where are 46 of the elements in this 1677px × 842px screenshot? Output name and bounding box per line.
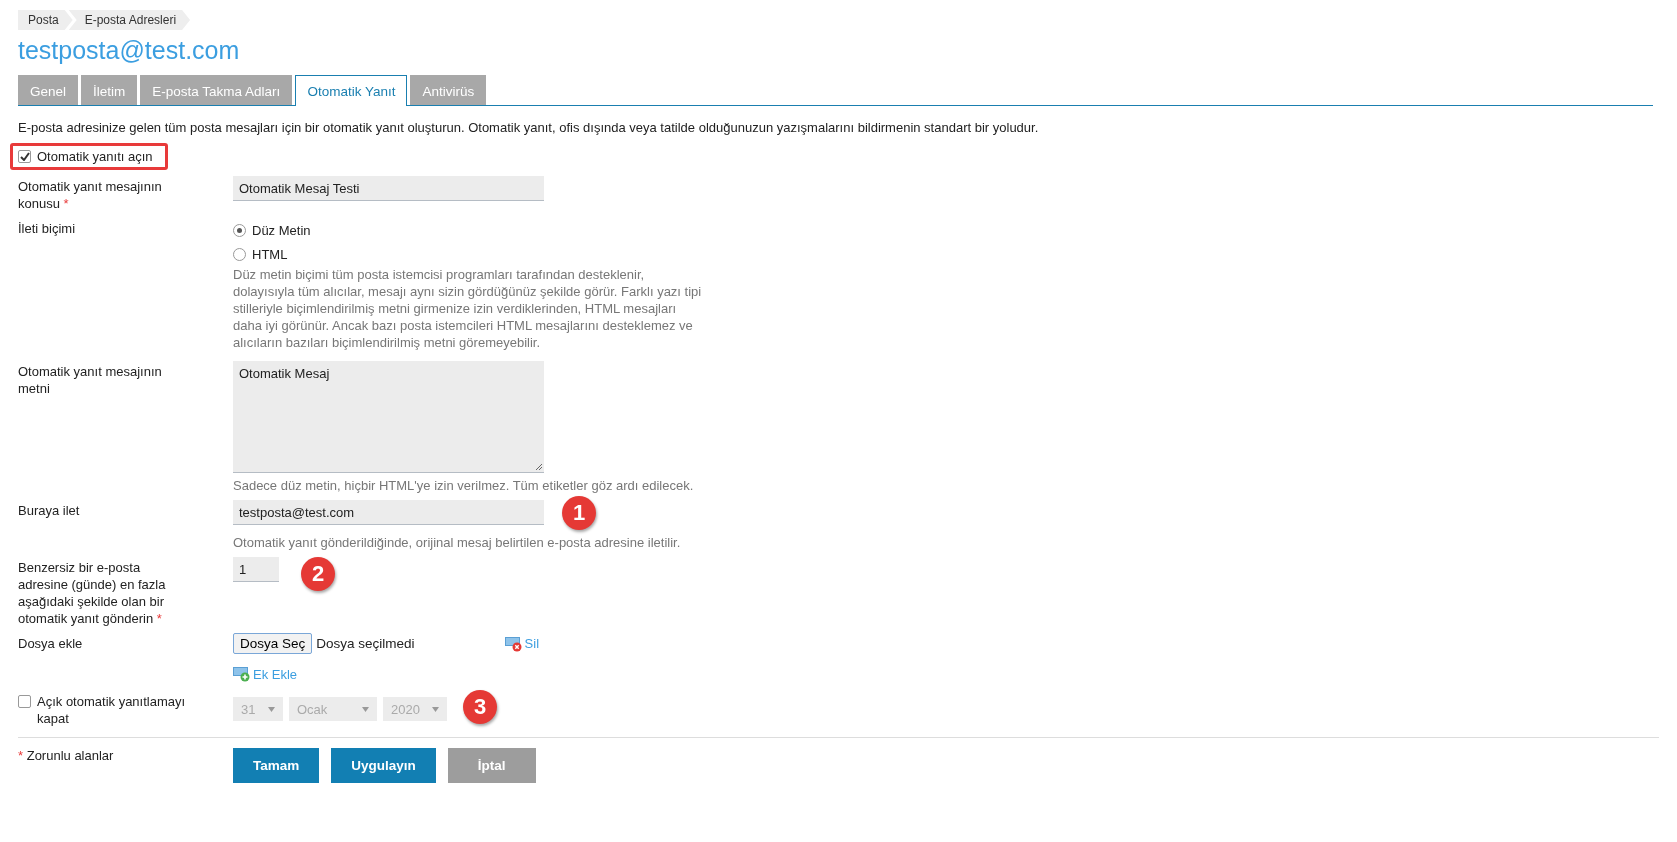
field-label: Otomatik yanıt mesajının metni <box>18 363 163 398</box>
dropdown-caret-icon <box>362 706 369 712</box>
field-label: Otomatik yanıt mesajının konusu * <box>18 178 163 212</box>
breadcrumb-item[interactable]: E-posta Adresleri <box>68 10 191 30</box>
radio-button[interactable] <box>233 223 246 237</box>
checkbox-label: Otomatik yanıtı açın <box>37 149 153 164</box>
resize-grip-icon[interactable] <box>535 463 543 471</box>
number-badge: 1 <box>562 496 596 530</box>
breadcrumb-item[interactable]: Posta <box>18 10 73 30</box>
add-attachment-icon <box>233 666 250 682</box>
number-badge: 3 <box>463 690 497 724</box>
choose-file-button[interactable]: Dosya Seç <box>233 633 313 654</box>
tab[interactable]: Antivirüs <box>410 75 487 105</box>
field-label: Benzersiz bir e-posta adresine (günde) en fazla aşağıdaki şekilde olan bir otomatik yanıt gönderin * <box>18 559 167 627</box>
tab[interactable]: E-posta Takma Adları <box>140 75 293 105</box>
message-textarea[interactable]: Otomatik Mesaj <box>233 361 544 473</box>
field-label: Buraya ilet <box>18 502 81 520</box>
number-badge: 2 <box>301 557 335 591</box>
field-label: İleti biçimi <box>18 220 77 238</box>
description-text: E-posta adresinize gelen tüm posta mesajları için bir otomatik yanıt oluşturun. Otomatik yanıt, ofis dışında veya tatilde olduğunuzun yazışmalarını bildirmenin standart bir yoludur. <box>18 120 1040 135</box>
hint-text: Sadece düz metin, hiçbir HTML'ye izin verilmez. Tüm etiketler göz ardı edilecek. <box>233 477 695 494</box>
text-field[interactable]: testposta@test.com <box>233 500 544 525</box>
page-title: testposta@test.com <box>18 36 241 65</box>
radio-label: HTML <box>252 246 288 262</box>
delete-link[interactable]: Sil <box>504 635 540 652</box>
dropdown-caret-icon <box>432 706 439 712</box>
required-note: * Zorunlu alanlar <box>18 748 115 765</box>
tab[interactable]: İletim <box>81 75 138 105</box>
cancel-button[interactable]: İptal <box>447 748 536 783</box>
radio-button[interactable] <box>233 247 246 261</box>
hint-text: Otomatik yanıt gönderildiğinde, orijinal mesaj belirtilen e-posta adresine iletilir. <box>233 534 682 551</box>
tab[interactable]: Otomatik Yanıt <box>295 75 408 106</box>
field-label: Dosya ekle <box>18 635 84 653</box>
hint-text: Düz metin biçimi tüm posta istemcisi programları tarafından desteklenir, dolayısıyla tüm alıcılar, mesajı aynı sizin gördüğünüz şekilde görür. Farklı yazı tipi stilleriyle biçimlendirilmiş metni girmenize izin verdiklerinden, HTML mesajları daha iyi görünür. Ancak bazı posta istemcileri HTML mesajlarını desteklemez ve alıcıların bazıları biçimlendirilmiş metni göremeyebilir. <box>233 266 703 351</box>
radio-label: Düz Metin <box>252 222 311 238</box>
number-field[interactable]: 1 <box>233 557 279 582</box>
submit-button[interactable]: Uygulayın <box>331 748 436 783</box>
add-attachment-link[interactable]: Ek Ekle <box>233 666 298 682</box>
file-status: Dosya seçilmedi <box>316 636 415 651</box>
tab[interactable]: Genel <box>18 75 79 105</box>
dropdown-caret-icon <box>268 706 275 712</box>
text-field[interactable]: Otomatik Mesaj Testi <box>233 176 544 201</box>
checkbox-label: Açık otomatik yanıtlamayı kapat <box>37 693 187 727</box>
remove-attachment-icon <box>504 635 522 652</box>
checkbox[interactable] <box>18 150 31 163</box>
submit-button[interactable]: Tamam <box>233 748 320 783</box>
